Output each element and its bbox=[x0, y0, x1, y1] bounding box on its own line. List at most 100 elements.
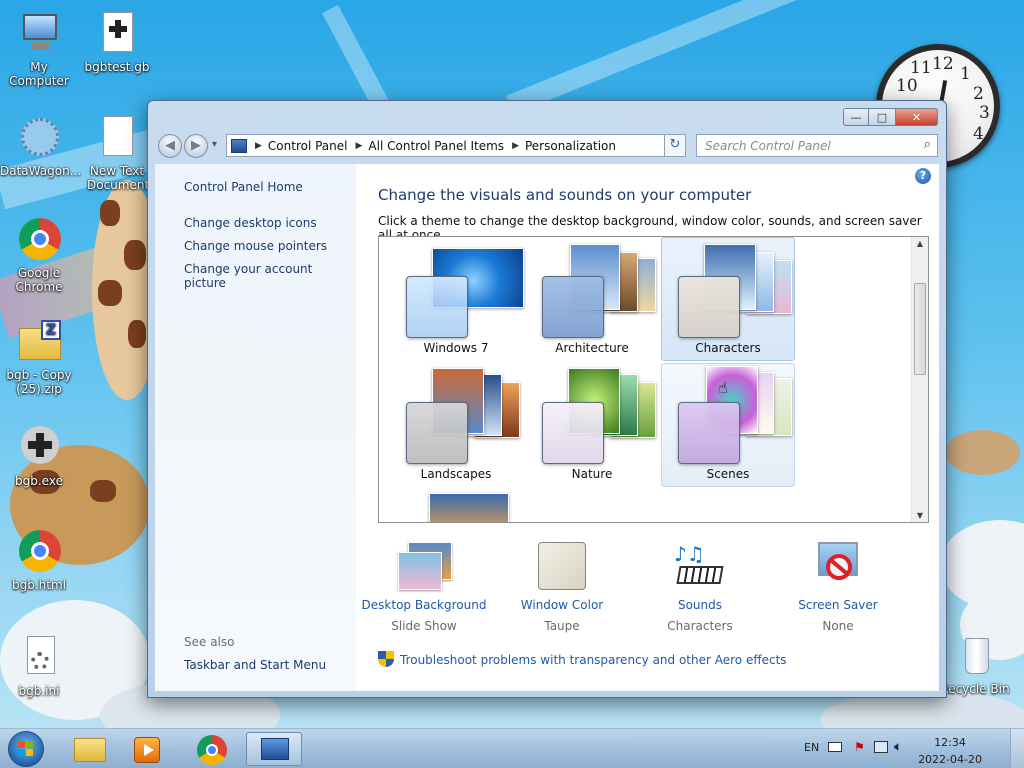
recent-pages-dropdown[interactable]: ▾ bbox=[212, 139, 217, 150]
desktop-icon-bgb-copy-zip[interactable]: Z bgb - Copy (25).zip bbox=[0, 320, 78, 396]
scroll-down-arrow-icon[interactable]: ▼ bbox=[912, 511, 928, 520]
screen-saver-link[interactable]: Screen Saver bbox=[768, 598, 908, 612]
breadcrumb-separator-icon[interactable]: ▶ bbox=[512, 141, 519, 151]
change-mouse-pointers-link[interactable]: Change mouse pointers bbox=[184, 239, 327, 253]
taskbar-google-chrome[interactable] bbox=[184, 732, 240, 766]
troubleshoot-aero-label[interactable]: Troubleshoot problems with transparency … bbox=[400, 653, 787, 667]
screen-saver-value: None bbox=[822, 619, 854, 633]
scroll-up-arrow-icon[interactable]: ▲ bbox=[912, 239, 928, 248]
action-center-flag-icon[interactable]: ⚑ bbox=[854, 740, 865, 754]
breadcrumb-all-items[interactable]: All Control Panel Items bbox=[368, 139, 504, 153]
clock-numeral: 3 bbox=[979, 103, 990, 123]
sounds-link[interactable]: Sounds bbox=[630, 598, 770, 612]
taskbar: EN ⚑ 🔈︎ 12:34 2022-04-20 bbox=[0, 728, 1024, 768]
control-panel-home-link[interactable]: Control Panel Home bbox=[184, 180, 303, 194]
breadcrumb-control-panel[interactable]: Control Panel bbox=[268, 139, 348, 153]
clock-date: 2022-04-20 bbox=[918, 753, 982, 766]
desktop-icon-label: Google Chrome bbox=[15, 266, 63, 294]
maximize-button[interactable]: □ bbox=[869, 108, 895, 126]
desktop-icon-label: New Text Document.txt bbox=[87, 164, 170, 192]
clock-time: 12:34 bbox=[934, 736, 966, 749]
language-indicator[interactable]: EN bbox=[804, 741, 819, 754]
window-color-value: Taupe bbox=[544, 619, 580, 633]
network-icon[interactable] bbox=[874, 741, 888, 753]
desktop-icon-bgbtest[interactable]: bgbtest.gb bbox=[78, 12, 156, 74]
volume-icon[interactable]: 🔈︎ bbox=[894, 739, 902, 755]
theme-windows-7[interactable]: Windows 7 bbox=[389, 237, 524, 361]
theme-nature[interactable]: Nature bbox=[525, 363, 659, 487]
page-title: Change the visuals and sounds on your co… bbox=[378, 186, 752, 204]
breadcrumb-separator-icon[interactable]: ▶ bbox=[255, 141, 262, 151]
chrome-html-icon bbox=[17, 530, 61, 574]
theme-scenes[interactable]: Scenes ☝ bbox=[661, 363, 795, 487]
desktop-icon-label: bgb.html bbox=[12, 578, 66, 592]
breadcrumb-separator-icon[interactable]: ▶ bbox=[356, 141, 363, 151]
sounds-setting[interactable]: ♪♫ Sounds Characters bbox=[630, 540, 770, 633]
taskbar-start-menu-link[interactable]: Taskbar and Start Menu bbox=[184, 658, 326, 672]
scrollbar-thumb[interactable] bbox=[914, 283, 926, 375]
desktop-icon-datawagon[interactable]: DataWagon... bbox=[0, 116, 82, 178]
refresh-button[interactable]: ↻ bbox=[664, 134, 686, 157]
control-panel-icon bbox=[261, 738, 289, 760]
start-button[interactable] bbox=[8, 731, 44, 767]
control-panel-icon bbox=[231, 138, 247, 153]
close-button[interactable]: ✕ bbox=[895, 108, 938, 126]
desktop-icon-label: bgbtest.gb bbox=[84, 60, 150, 74]
clock-numeral: 10 bbox=[896, 76, 918, 96]
theme-landscapes[interactable]: Landscapes bbox=[389, 363, 523, 487]
sounds-icon: ♪♫ bbox=[670, 540, 730, 592]
theme-glass-swatch bbox=[678, 276, 740, 338]
theme-label: Scenes bbox=[706, 467, 750, 481]
desktop-background-link[interactable]: Desktop Background bbox=[354, 598, 494, 612]
breadcrumb-personalization[interactable]: Personalization bbox=[525, 139, 616, 153]
windows-logo-icon bbox=[18, 741, 34, 757]
window-color-icon bbox=[532, 540, 592, 592]
change-desktop-icons-link[interactable]: Change desktop icons bbox=[184, 216, 317, 230]
help-button[interactable]: ? bbox=[915, 168, 931, 184]
theme-list-scrollbar[interactable]: ▲ ▼ bbox=[911, 237, 928, 522]
desktop-icon-my-computer[interactable]: My Computer bbox=[0, 12, 78, 88]
personalization-window: — □ ✕ ◀ ▶ ▾ ▶ Control Panel ▶ All Contro… bbox=[147, 100, 947, 698]
taskbar-windows-explorer[interactable] bbox=[62, 732, 118, 766]
navigation-bar: ◀ ▶ ▾ ▶ Control Panel ▶ All Control Pane… bbox=[156, 133, 938, 159]
address-bar[interactable]: ▶ Control Panel ▶ All Control Panel Item… bbox=[226, 134, 686, 157]
keyboard-icon[interactable] bbox=[828, 742, 842, 752]
desktop-background-setting[interactable]: Desktop Background Slide Show bbox=[354, 540, 494, 633]
search-input[interactable]: Search Control Panel bbox=[705, 139, 831, 153]
back-button[interactable]: ◀ bbox=[158, 134, 182, 158]
theme-characters[interactable]: Characters bbox=[661, 237, 795, 361]
theme-glass-swatch bbox=[406, 276, 468, 338]
desktop-icon-google-chrome[interactable]: Google Chrome bbox=[0, 218, 78, 294]
search-box[interactable]: Search Control Panel ⌕ bbox=[696, 134, 938, 157]
window-color-link[interactable]: Window Color bbox=[492, 598, 632, 612]
chrome-icon bbox=[17, 218, 61, 262]
system-clock[interactable]: 12:34 2022-04-20 bbox=[918, 734, 982, 768]
taskbar-control-panel[interactable] bbox=[246, 732, 302, 766]
change-account-picture-link[interactable]: Change your account picture bbox=[184, 262, 356, 290]
desktop-icon-bgb-ini[interactable]: bgb.ini bbox=[0, 636, 78, 698]
sounds-value: Characters bbox=[667, 619, 733, 633]
window-color-setting[interactable]: Window Color Taupe bbox=[492, 540, 632, 633]
clock-numeral: 12 bbox=[932, 54, 954, 74]
screen-saver-setting[interactable]: Screen Saver None bbox=[768, 540, 908, 633]
desktop-icon-recycle-bin[interactable]: Recycle Bin bbox=[936, 634, 1014, 696]
settings-file-icon bbox=[17, 636, 61, 680]
desktop-icon-bgb-html[interactable]: bgb.html bbox=[0, 530, 78, 592]
uac-shield-icon bbox=[378, 651, 394, 668]
text-file-icon bbox=[95, 116, 139, 160]
theme-architecture[interactable]: Architecture bbox=[525, 237, 659, 361]
theme-partial-next[interactable] bbox=[429, 493, 509, 522]
desktop-icon-label: DataWagon... bbox=[0, 164, 82, 178]
desktop-icon-bgb-exe[interactable]: bgb.exe bbox=[0, 426, 78, 488]
minimize-button[interactable]: — bbox=[843, 108, 869, 126]
window-controls: — □ ✕ bbox=[843, 108, 938, 126]
chrome-center-icon bbox=[206, 744, 218, 756]
desktop-icon-new-text-document[interactable]: New Text Document.txt bbox=[78, 116, 170, 192]
taskbar-media-player[interactable] bbox=[120, 732, 176, 766]
search-icon[interactable]: ⌕ bbox=[924, 137, 931, 152]
troubleshoot-aero-link[interactable]: Troubleshoot problems with transparency … bbox=[378, 651, 787, 668]
show-desktop-button[interactable] bbox=[1010, 729, 1024, 768]
forward-button[interactable]: ▶ bbox=[184, 134, 208, 158]
main-content: ? Change the visuals and sounds on your … bbox=[356, 164, 939, 691]
desktop-icon-label: My Computer bbox=[9, 60, 69, 88]
